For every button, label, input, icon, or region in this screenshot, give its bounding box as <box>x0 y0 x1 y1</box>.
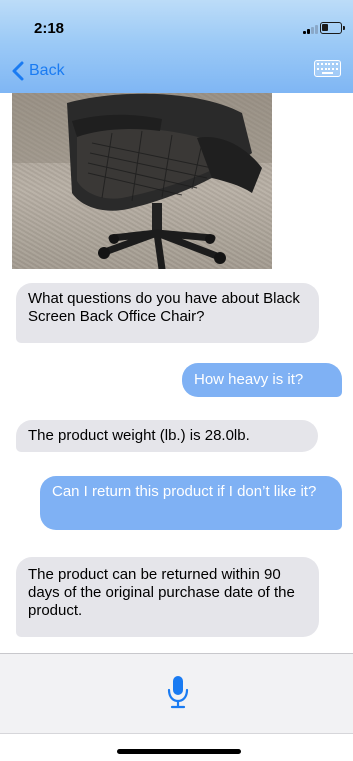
battery-icon <box>320 22 345 34</box>
chevron-left-icon <box>12 61 24 81</box>
microphone-icon[interactable] <box>167 675 189 709</box>
voice-input-bar <box>0 653 353 733</box>
signal-icon <box>303 24 320 34</box>
status-time: 2:18 <box>34 20 65 37</box>
nav-header: 2:18 Back <box>0 0 353 93</box>
back-label: Back <box>29 62 65 79</box>
message-bot: The product weight (lb.) is 28.0lb. <box>16 420 318 452</box>
message-bot: The product can be returned within 90 da… <box>16 557 319 637</box>
home-indicator[interactable] <box>117 749 241 754</box>
message-bot: What questions do you have about Black S… <box>16 283 319 343</box>
back-button[interactable]: Back <box>12 60 65 82</box>
keyboard-icon[interactable] <box>314 60 341 77</box>
chat-thread[interactable]: What questions do you have about Black S… <box>0 93 353 653</box>
product-image <box>12 93 272 269</box>
message-user: Can I return this product if I don’t lik… <box>40 476 342 530</box>
home-area <box>0 733 353 761</box>
message-user: How heavy is it? <box>182 363 342 397</box>
